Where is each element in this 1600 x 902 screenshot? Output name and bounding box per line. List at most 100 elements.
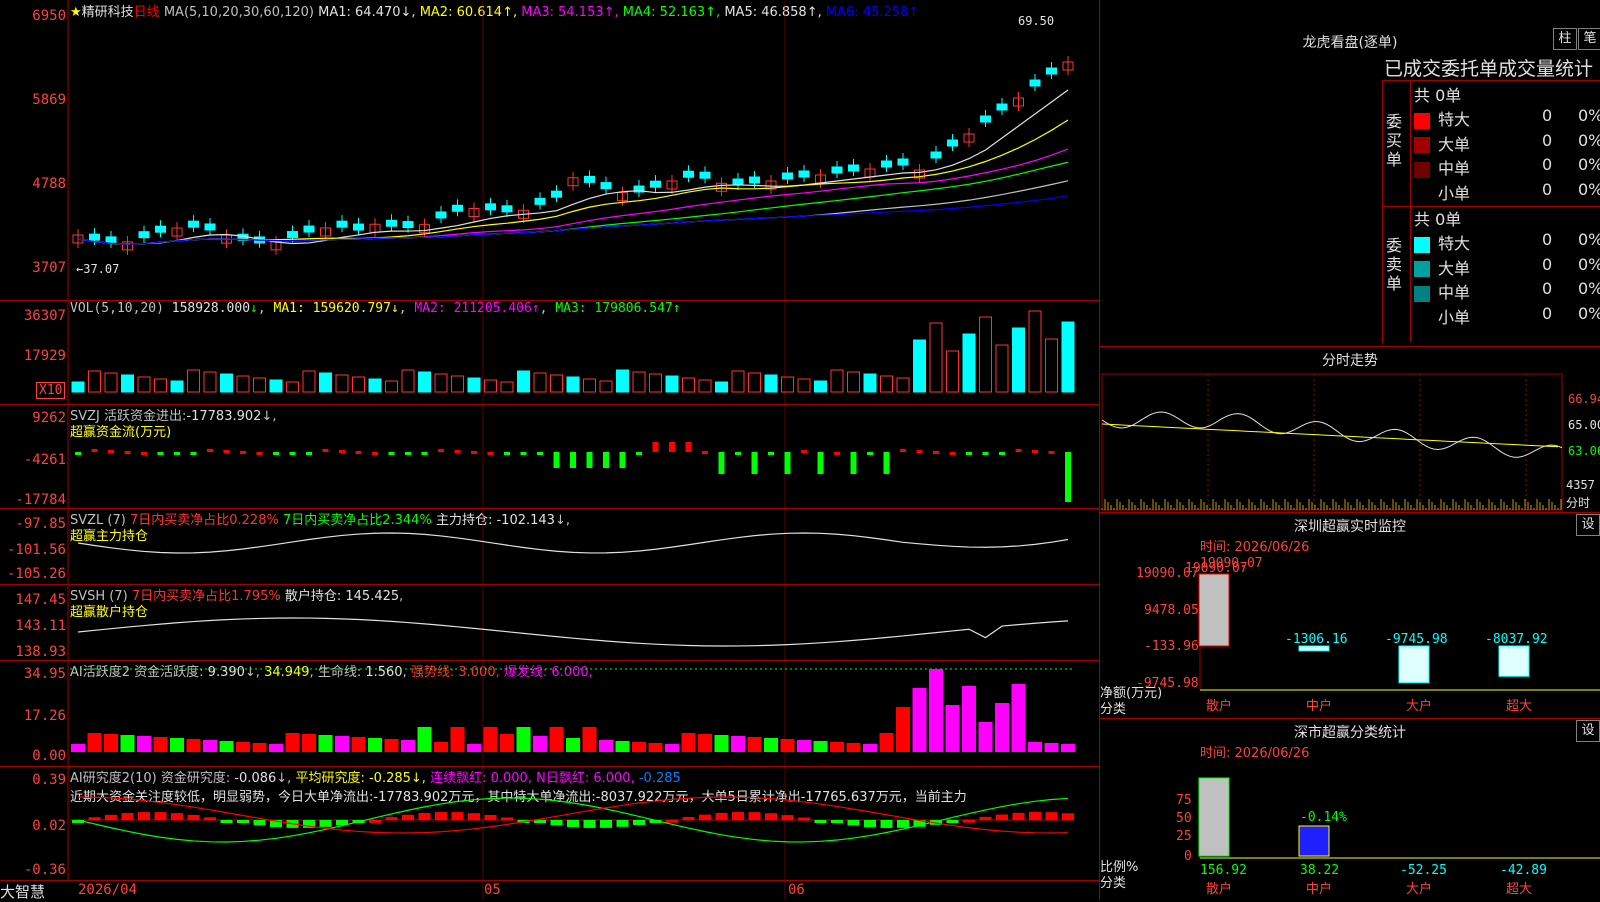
volume-bar [665,375,679,393]
activity-bar [219,741,234,752]
monitor-bar [1498,645,1530,677]
volume-bar [1012,327,1025,393]
activity-bar [648,743,663,752]
volume-bar [335,374,349,393]
volume-bar [302,370,316,393]
volume-bar [368,378,382,393]
candle [881,160,892,168]
research-bar [385,817,398,821]
activity-bar [549,727,564,752]
volume-bar [599,380,613,393]
candle [897,158,909,166]
research-bar [550,820,563,826]
activity-bar [747,737,762,752]
volume-bar [434,373,448,393]
activity-bar [945,705,960,752]
candle [485,203,496,211]
candle [1029,79,1041,87]
classify-ytick: 25 [1176,829,1192,844]
flow-bar [999,452,1005,455]
candle [650,180,661,188]
candle [353,223,364,231]
candle [105,236,117,244]
flow-bar [438,449,444,452]
candle [386,219,397,227]
volume-bar [71,381,85,393]
activity-bar [302,734,316,752]
activity-bar [599,740,613,752]
volume-bar [187,369,200,393]
flow-bar [916,450,923,453]
volume-bar [946,350,959,393]
activity-bar [318,735,333,752]
flow-bar [190,452,197,455]
volume-bar [1061,321,1075,393]
activity-bar [153,737,168,752]
activity-bar [632,742,646,752]
fenshi-frame [1101,373,1563,511]
volume-bar [929,322,943,393]
classify-bar [1298,825,1330,857]
activity-bar [1028,742,1042,752]
research-bar [979,816,992,820]
right-chart-svg: 19090.079478.05-133.96-9745.9819090.07散户… [1101,373,1600,897]
flow-bar [108,450,114,453]
candle [798,170,810,178]
volume-bar [385,380,398,393]
volume-bar [649,373,662,393]
volume-bar [104,372,118,393]
activity-bar [516,727,531,752]
research-bar [451,812,464,820]
flow-bar [306,452,312,455]
flow-bar [322,449,329,452]
activity-bar [236,742,250,752]
flow-bar [289,452,296,455]
activity-bar [252,743,267,752]
activity-bar [186,739,201,752]
candle [155,225,166,233]
flow-bar [553,452,560,468]
research-bar [864,820,876,828]
candle [996,103,1008,111]
candle [980,115,991,123]
activity-bar [500,734,514,752]
activity-bar [467,744,481,752]
activity-bar [665,744,679,752]
candle [188,220,199,228]
research-bar [880,820,893,828]
flow-bar [685,442,692,452]
flow-bar [388,452,395,455]
monitor-ytick: -133.96 [1144,639,1199,654]
classify-bar-label: -42.89 [1500,863,1547,878]
activity-bar [731,736,745,752]
research-bar [1045,812,1058,820]
flow-bar [817,452,824,474]
research-bar [682,817,695,821]
activity-bar [962,686,976,752]
volume-bar [286,381,299,393]
flow-bar [1048,451,1055,454]
monitor-bar [1398,645,1430,684]
flow-bar [933,451,939,454]
flow-bar [454,450,461,453]
activity-bar [929,669,943,752]
flow-bar [1065,452,1071,502]
research-bar [583,820,596,828]
activity-bar [401,740,415,752]
research-bar [138,812,150,820]
volume-bar [583,378,596,393]
research-bar [220,820,233,823]
monitor-bar-label: -8037.92 [1485,632,1548,647]
volume-bar [269,379,283,393]
flow-bar [256,452,263,455]
volume-bar [1045,338,1058,393]
activity-bar [912,688,927,752]
classify-bar [1198,777,1230,857]
flow-bar [718,452,725,474]
candle [435,211,447,219]
flow-bar [1032,450,1038,453]
flow-bar [834,452,840,455]
research-bar [237,820,249,823]
activity-bar [995,703,1009,752]
research-bar [484,815,497,820]
